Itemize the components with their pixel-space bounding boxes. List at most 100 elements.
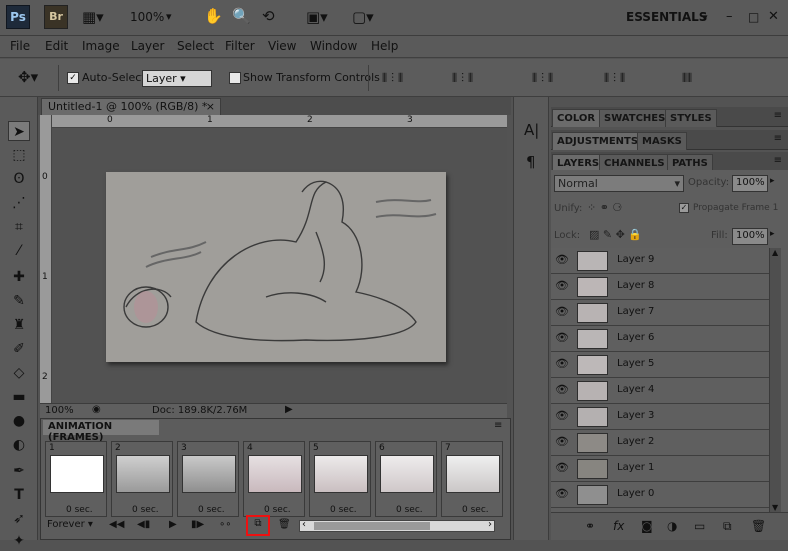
animation-frame[interactable]: 2 0 sec.	[111, 441, 173, 517]
show-transform-checkbox[interactable]	[229, 72, 241, 84]
scroll-thumb[interactable]	[314, 522, 430, 530]
maximize-icon[interactable]: □	[748, 9, 759, 25]
crop-tool-icon[interactable]: ⌗	[8, 217, 30, 237]
menu-window[interactable]: Window	[310, 39, 357, 53]
visibility-eye-icon[interactable]: 👁	[553, 487, 571, 502]
menu-select[interactable]: Select	[177, 39, 214, 53]
opacity-field[interactable]: 100%	[732, 175, 768, 192]
blur-tool-icon[interactable]: ●	[8, 411, 30, 431]
history-brush-tool-icon[interactable]: ✐	[8, 339, 30, 359]
quick-select-tool-icon[interactable]: ⋰	[8, 193, 30, 213]
add-mask-icon[interactable]: ◙	[641, 519, 653, 533]
custom-shape-tool-icon[interactable]: ✦	[8, 531, 30, 551]
hand-tool-icon[interactable]: ✋	[204, 8, 223, 24]
panel-menu-icon[interactable]: ≡	[774, 133, 782, 144]
layer-style-icon[interactable]: fx	[613, 519, 624, 533]
screen-mode-icon[interactable]: ▢▾	[352, 9, 374, 25]
tab-adjustments[interactable]: ADJUSTMENTS	[552, 132, 644, 150]
animation-frame[interactable]: 7 0 sec.	[441, 441, 503, 517]
duplicate-frame-icon[interactable]: ⧉	[246, 515, 270, 536]
clone-stamp-tool-icon[interactable]: ♜	[8, 315, 30, 335]
workspace-dropdown-icon[interactable]: ▾	[702, 10, 708, 26]
layer-row[interactable]: 👁 Layer 4	[551, 378, 769, 404]
frame-duration[interactable]: 0 sec.	[66, 505, 93, 515]
zoom-level[interactable]: 100%	[130, 10, 164, 24]
menu-view[interactable]: View	[268, 39, 296, 53]
unify-icons[interactable]: ⁘ ⚭ ⚆	[587, 201, 622, 214]
eyedropper-tool-icon[interactable]: ⁄	[8, 241, 30, 261]
layer-row[interactable]: 👁 Layer 7	[551, 300, 769, 326]
animation-frame[interactable]: 6 0 sec.	[375, 441, 437, 517]
healing-brush-tool-icon[interactable]: ✚	[8, 267, 30, 287]
layer-row[interactable]: 👁 Layer 5	[551, 352, 769, 378]
character-panel-icon[interactable]: A|	[524, 121, 539, 139]
move-tool-preset-icon[interactable]: ✥▾	[18, 69, 38, 85]
menu-image[interactable]: Image	[82, 39, 120, 53]
panel-menu-icon[interactable]: ≡	[774, 110, 782, 121]
frame-duration[interactable]: 0 sec.	[132, 505, 159, 515]
paragraph-panel-icon[interactable]: ¶	[526, 153, 536, 171]
close-icon[interactable]: ✕	[768, 9, 779, 25]
menu-filter[interactable]: Filter	[225, 39, 255, 53]
visibility-eye-icon[interactable]: 👁	[553, 279, 571, 294]
delete-frame-icon[interactable]: 🗑	[278, 519, 291, 530]
lock-icons[interactable]: ▨ ✎ ✥ 🔒	[589, 228, 642, 241]
eraser-tool-icon[interactable]: ◇	[8, 363, 30, 383]
workspace-switcher[interactable]: ESSENTIALS	[626, 10, 707, 24]
zoom-tool-icon[interactable]: 🔍	[232, 8, 251, 24]
menu-layer[interactable]: Layer	[131, 39, 164, 53]
frame-duration[interactable]: 0 sec.	[462, 505, 489, 515]
visibility-eye-icon[interactable]: 👁	[553, 305, 571, 320]
distribute-vertical-icon[interactable]: ⫴⫶⫴	[532, 70, 557, 86]
path-selection-tool-icon[interactable]: ➶	[8, 509, 30, 529]
visibility-eye-icon[interactable]: 👁	[553, 357, 571, 372]
visibility-eye-icon[interactable]: 👁	[553, 461, 571, 476]
pen-tool-icon[interactable]: ✒	[8, 461, 30, 481]
frame-duration[interactable]: 0 sec.	[264, 505, 291, 515]
distribute-horizontal-icon[interactable]: ⫴⫶⫴	[604, 70, 629, 86]
visibility-eye-icon[interactable]: 👁	[553, 435, 571, 450]
next-frame-icon[interactable]: ▮▶	[191, 519, 204, 530]
type-tool-icon[interactable]: T	[8, 485, 30, 505]
frame-duration[interactable]: 0 sec.	[330, 505, 357, 515]
animation-panel-tab[interactable]: ANIMATION (FRAMES)	[43, 420, 159, 443]
play-icon[interactable]: ▶	[169, 519, 177, 530]
delete-layer-icon[interactable]: 🗑	[751, 519, 766, 533]
move-tool-icon[interactable]: ➤	[8, 121, 30, 141]
previous-frame-icon[interactable]: ◀▮	[137, 519, 150, 530]
visibility-eye-icon[interactable]: 👁	[553, 383, 571, 398]
scroll-right-icon[interactable]: ›	[488, 519, 492, 530]
layers-scrollbar[interactable]: ▲ ▼	[769, 248, 781, 512]
layer-row[interactable]: 👁 Layer 9	[551, 248, 769, 274]
layer-row[interactable]: 👁 Layer 1	[551, 456, 769, 482]
status-zoom[interactable]: 100%	[45, 405, 74, 416]
fill-slider-icon[interactable]: ▸	[770, 229, 775, 239]
status-menu-arrow-icon[interactable]: ▶	[285, 404, 293, 415]
layer-row[interactable]: 👁 Layer 2	[551, 430, 769, 456]
layer-row[interactable]: 👁 Layer 8	[551, 274, 769, 300]
scroll-up-icon[interactable]: ▲	[772, 248, 778, 257]
scroll-down-icon[interactable]: ▼	[772, 503, 778, 512]
visibility-eye-icon[interactable]: 👁	[553, 409, 571, 424]
animation-frame[interactable]: 3 0 sec.	[177, 441, 239, 517]
animation-frame[interactable]: 4 0 sec.	[243, 441, 305, 517]
animation-panel-menu-icon[interactable]: ≡	[494, 420, 502, 431]
align-horizontal-icon[interactable]: ⫴⫶⫴	[452, 70, 477, 86]
arrange-documents-icon[interactable]: ▣▾	[306, 9, 328, 25]
tab-styles[interactable]: STYLES	[665, 109, 717, 127]
new-layer-icon[interactable]: ⧉	[723, 519, 732, 534]
propagate-checkbox[interactable]: ✓	[679, 203, 689, 213]
first-frame-icon[interactable]: ◀◀	[109, 519, 124, 530]
auto-select-dropdown[interactable]: Layer ▾	[142, 70, 212, 87]
frame-duration[interactable]: 0 sec.	[198, 505, 225, 515]
visibility-eye-icon[interactable]: 👁	[553, 253, 571, 268]
minimize-icon[interactable]: –	[726, 9, 733, 25]
tab-color[interactable]: COLOR	[552, 109, 601, 127]
rotate-view-icon[interactable]: ⟲	[262, 8, 275, 24]
fill-field[interactable]: 100%	[732, 228, 768, 245]
visibility-eye-icon[interactable]: 👁	[553, 331, 571, 346]
opacity-slider-icon[interactable]: ▸	[770, 176, 775, 186]
tween-icon[interactable]: ∘∘	[219, 519, 232, 530]
tab-masks[interactable]: MASKS	[637, 132, 687, 150]
dodge-tool-icon[interactable]: ◐	[8, 435, 30, 455]
